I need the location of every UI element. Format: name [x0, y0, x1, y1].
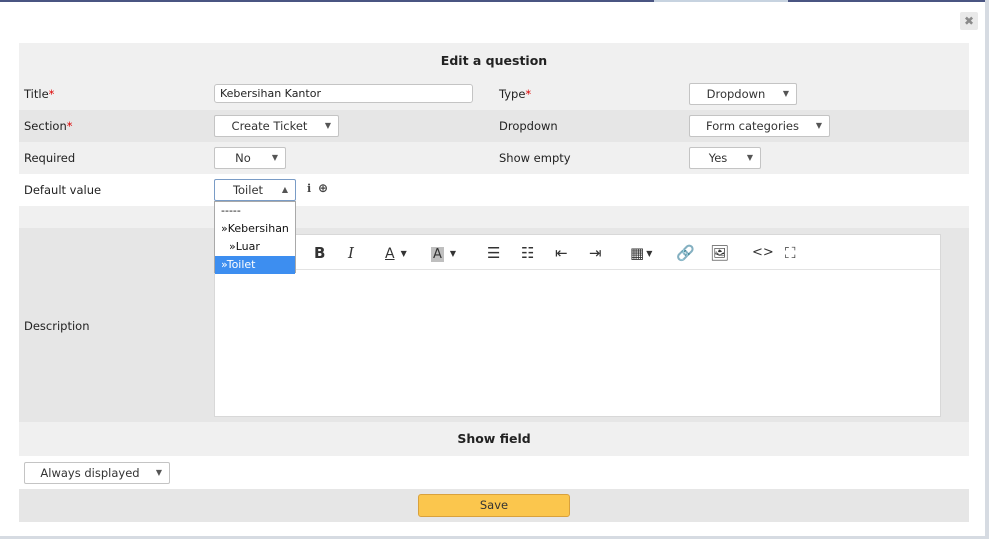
add-circle-icon[interactable]: ⊕: [318, 181, 328, 195]
chevron-down-icon: ▼: [449, 248, 457, 258]
modal-border-right: [985, 0, 989, 539]
show-field-select[interactable]: Always displayed ▼: [24, 462, 170, 484]
link-icon[interactable]: 🔗: [676, 243, 695, 263]
dropdown-select[interactable]: Form categories ▼: [689, 115, 830, 137]
editor-toolbar: B I A ▼ A ▼ ☰ ☷ ⇤ ⇥ ▦ ▼ 🔗 🖼 <> ⛶: [215, 235, 940, 270]
close-icon[interactable]: ✖: [960, 12, 978, 30]
fullscreen-icon[interactable]: ⛶: [785, 243, 796, 263]
chevron-up-icon: ▲: [281, 185, 288, 194]
dialog-title: Edit a question: [440, 53, 548, 68]
show-empty-select[interactable]: Yes ▼: [689, 147, 761, 169]
chevron-down-icon: ▼: [155, 468, 162, 477]
table-icon: ▦: [630, 244, 645, 262]
required-label: Required: [24, 151, 76, 165]
row-default-value: Default value Toilet ▲ i ⊕: [19, 174, 969, 206]
chevron-down-icon: ▼: [782, 89, 789, 98]
title-label: Title*: [24, 87, 55, 101]
background-color-button[interactable]: A ▼: [431, 243, 456, 263]
show-field-title: Show field: [457, 431, 531, 446]
chevron-down-icon: ▼: [815, 121, 822, 130]
description-label: Description: [24, 319, 90, 333]
description-editor[interactable]: B I A ▼ A ▼ ☰ ☷ ⇤ ⇥ ▦ ▼ 🔗 🖼 <> ⛶: [214, 234, 941, 417]
bullet-list-icon[interactable]: ☰: [487, 243, 500, 263]
table-button[interactable]: ▦ ▼: [630, 243, 652, 263]
option-luar[interactable]: »Luar: [215, 238, 295, 256]
show-empty-label: Show empty: [499, 151, 571, 165]
chevron-down-icon: ▼: [746, 153, 753, 162]
font-color-icon: A: [385, 246, 395, 262]
font-color-button[interactable]: A ▼: [385, 243, 407, 263]
type-label: Type*: [499, 87, 532, 101]
window-top-strip: [0, 0, 989, 2]
code-icon[interactable]: <>: [752, 243, 774, 263]
option-toilet[interactable]: »Toilet: [215, 256, 295, 274]
indent-icon[interactable]: ⇥: [589, 243, 602, 263]
section-select[interactable]: Create Ticket ▼: [214, 115, 339, 137]
numbered-list-icon[interactable]: ☷: [521, 243, 534, 263]
bold-button[interactable]: B: [314, 243, 325, 263]
row-show-field: Always displayed ▼: [19, 456, 969, 489]
dropdown-label: Dropdown: [499, 119, 558, 133]
row-required-showempty: Required No ▼ Show empty Yes ▼: [19, 142, 969, 174]
default-value-options: ----- »Kebersihan »Luar »Toilet: [214, 201, 296, 274]
default-value-select[interactable]: Toilet ▲: [214, 179, 296, 201]
window-top-strip-segment: [654, 0, 788, 2]
dialog-header: Edit a question: [19, 43, 969, 78]
save-button[interactable]: Save: [418, 494, 570, 517]
chevron-down-icon: ▼: [646, 248, 653, 258]
required-select[interactable]: No ▼: [214, 147, 286, 169]
show-field-header: Show field: [19, 422, 969, 456]
info-icon[interactable]: i: [307, 182, 311, 195]
chevron-down-icon: ▼: [271, 153, 278, 162]
type-select[interactable]: Dropdown ▼: [689, 83, 797, 105]
image-icon[interactable]: 🖼: [710, 243, 729, 263]
spacer-row: [19, 206, 969, 228]
option-none[interactable]: -----: [215, 202, 295, 220]
row-section-dropdown: Section* Create Ticket ▼ Dropdown Form ca…: [19, 110, 969, 142]
italic-button[interactable]: I: [348, 243, 354, 263]
default-value-label: Default value: [24, 183, 102, 197]
option-kebersihan[interactable]: »Kebersihan: [215, 220, 295, 238]
row-title-type: Title* Type* Dropdown▼: [19, 78, 969, 110]
chevron-down-icon: ▼: [400, 248, 407, 258]
title-input[interactable]: [214, 84, 473, 103]
chevron-down-icon: ▼: [324, 121, 331, 130]
background-color-icon: A: [431, 247, 444, 262]
section-label: Section*: [24, 119, 73, 133]
outdent-icon[interactable]: ⇤: [555, 243, 568, 263]
